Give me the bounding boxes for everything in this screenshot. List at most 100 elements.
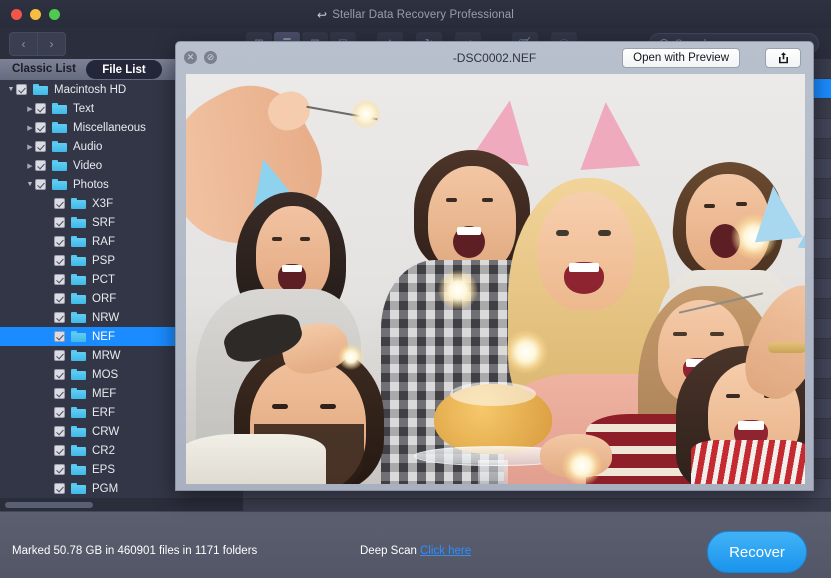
teeth-man-plaid xyxy=(457,227,481,235)
folder-icon xyxy=(71,426,86,437)
recover-button[interactable]: Recover xyxy=(707,531,807,573)
disclosure-down-icon[interactable]: ▼ xyxy=(25,181,35,188)
tree-item-checkbox[interactable] xyxy=(54,331,65,342)
disclosure-spacer xyxy=(44,352,54,359)
folder-icon xyxy=(71,274,86,285)
disclosure-spacer xyxy=(44,371,54,378)
tree-item-label: MOS xyxy=(92,369,118,381)
tree-item-label: Photos xyxy=(73,179,109,191)
folder-icon xyxy=(71,464,86,475)
tree-item-checkbox[interactable] xyxy=(35,160,46,171)
tree-item-checkbox[interactable] xyxy=(54,312,65,323)
share-icon xyxy=(777,51,790,65)
cake-icing xyxy=(450,382,536,406)
tree-item-checkbox[interactable] xyxy=(54,274,65,285)
folder-icon xyxy=(71,369,86,380)
tree-item-checkbox[interactable] xyxy=(54,293,65,304)
folder-icon xyxy=(71,388,86,399)
tree-item-label: Text xyxy=(73,103,94,115)
disclosure-spacer xyxy=(44,390,54,397)
disclosure-spacer xyxy=(44,485,54,492)
tree-item-checkbox[interactable] xyxy=(35,179,46,190)
folder-icon xyxy=(52,179,67,190)
folder-icon xyxy=(52,160,67,171)
tree-item-label: MEF xyxy=(92,388,116,400)
tree-item-label: PGM xyxy=(92,483,118,495)
tree-item-checkbox[interactable] xyxy=(54,198,65,209)
tree-item-checkbox[interactable] xyxy=(54,464,65,475)
deep-scan-link[interactable]: Click here xyxy=(420,545,471,557)
folder-icon xyxy=(71,217,86,228)
tree-item-checkbox[interactable] xyxy=(54,445,65,456)
disclosure-spacer xyxy=(44,447,54,454)
disclosure-right-icon[interactable]: ▶ xyxy=(25,124,35,132)
disclosure-spacer xyxy=(44,409,54,416)
tree-item-label: MRW xyxy=(92,350,121,362)
tab-file-list[interactable]: File List xyxy=(86,60,162,79)
scrollbar-thumb[interactable] xyxy=(5,502,93,508)
nav-back-button[interactable]: ‹ xyxy=(9,32,37,56)
tree-item-checkbox[interactable] xyxy=(54,407,65,418)
sparkler-light-5 xyxy=(504,330,548,374)
tree-item-checkbox[interactable] xyxy=(54,426,65,437)
app-title-label: Stellar Data Recovery Professional xyxy=(332,9,514,21)
tree-item-checkbox[interactable] xyxy=(54,217,65,228)
party-photo-scene xyxy=(186,74,805,484)
disclosure-spacer xyxy=(44,333,54,340)
app-window: ↩Stellar Data Recovery Professional ‹ › … xyxy=(0,0,831,577)
eye-blonde-1 xyxy=(556,230,569,236)
tree-item-checkbox[interactable] xyxy=(16,84,27,95)
disclosure-spacer xyxy=(44,314,54,321)
striped-shirt-far-right xyxy=(691,440,805,484)
disclosure-right-icon[interactable]: ▶ xyxy=(25,143,35,151)
tree-item-checkbox[interactable] xyxy=(35,141,46,152)
share-button[interactable] xyxy=(765,48,801,68)
title-bar: ↩ Stellar Data Recovery Professional xyxy=(0,0,831,28)
back-arrow-icon[interactable]: ↩ xyxy=(317,8,327,22)
disclosure-spacer xyxy=(44,466,54,473)
tab-classic-list[interactable]: Classic List xyxy=(12,63,76,75)
folder-icon xyxy=(71,255,86,266)
disclosure-right-icon[interactable]: ▶ xyxy=(25,105,35,113)
tree-item-checkbox[interactable] xyxy=(54,369,65,380)
tree-item-checkbox[interactable] xyxy=(54,483,65,494)
tree-item-label: SRF xyxy=(92,217,115,229)
eye-right-woman-2 xyxy=(710,332,724,336)
open-with-preview-button[interactable]: Open with Preview xyxy=(622,48,740,68)
eye-blonde-2 xyxy=(598,230,611,236)
marked-summary: Marked 50.78 GB in 460901 files in 1171 … xyxy=(12,545,257,557)
sparkler-light-1 xyxy=(351,99,381,129)
tree-item-label: Macintosh HD xyxy=(54,84,126,96)
page-title: ↩ Stellar Data Recovery Professional xyxy=(0,7,831,21)
tree-item-checkbox[interactable] xyxy=(54,236,65,247)
tree-item-checkbox[interactable] xyxy=(35,103,46,114)
folder-icon xyxy=(71,198,86,209)
party-hat-pink-2 xyxy=(576,100,640,170)
tree-item-label: PCT xyxy=(92,274,115,286)
sidebar-horizontal-scrollbar[interactable] xyxy=(0,498,243,511)
chevron-left-icon: ‹ xyxy=(22,37,26,51)
chevron-right-icon: › xyxy=(50,37,54,51)
preview-image xyxy=(186,74,805,484)
tree-item-checkbox[interactable] xyxy=(54,350,65,361)
tree-item-label: RAF xyxy=(92,236,115,248)
tree-item-checkbox[interactable] xyxy=(54,255,65,266)
eye-man-plaid-1 xyxy=(446,198,457,202)
sparkler-light-2 xyxy=(438,270,478,310)
tree-item-checkbox[interactable] xyxy=(35,122,46,133)
tree-item-label: NEF xyxy=(92,331,115,343)
tree-item-label: ORF xyxy=(92,293,116,305)
disclosure-right-icon[interactable]: ▶ xyxy=(25,162,35,170)
tree-item-label: X3F xyxy=(92,198,113,210)
folder-icon xyxy=(71,350,86,361)
tree-item-checkbox[interactable] xyxy=(54,388,65,399)
eye-man-plaid-2 xyxy=(482,198,493,202)
sparkler-light-6 xyxy=(562,446,602,484)
tree-item-label: PSP xyxy=(92,255,115,267)
teeth-blonde xyxy=(569,263,599,272)
tree-item-label: Video xyxy=(73,160,102,172)
teeth-far-right xyxy=(738,421,764,430)
folder-icon xyxy=(71,445,86,456)
disclosure-down-icon[interactable]: ▼ xyxy=(6,86,16,93)
nav-forward-button[interactable]: › xyxy=(37,32,66,56)
